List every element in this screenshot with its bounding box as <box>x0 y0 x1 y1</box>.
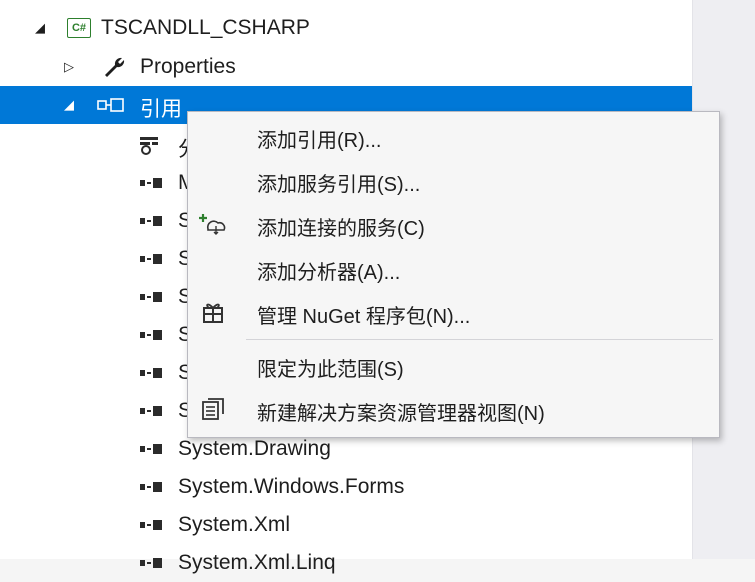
assembly-reference-icon <box>140 444 162 454</box>
menu-item-scope-to-this[interactable]: 限定为此范围(S) <box>188 344 719 386</box>
menu-item-new-solution-explorer-view[interactable]: 新建解决方案资源管理器视图(N) <box>188 388 719 430</box>
references-icon <box>97 96 127 114</box>
menu-separator <box>246 339 713 340</box>
reference-label: System.Windows.Forms <box>178 475 405 498</box>
menu-item-label: 添加服务引用(S)... <box>257 174 421 196</box>
project-label: TSCANDLL_CSHARP <box>101 16 310 39</box>
menu-item-label: 添加分析器(A)... <box>257 262 401 284</box>
tree-node-properties[interactable]: ▷ Properties <box>0 48 692 86</box>
assembly-reference-icon <box>140 520 162 530</box>
connected-service-icon <box>198 211 228 237</box>
assembly-reference-icon <box>140 330 162 340</box>
assembly-reference-icon <box>140 292 162 302</box>
collapsed-triangle-icon[interactable]: ▷ <box>62 58 76 76</box>
wrench-icon <box>101 56 127 78</box>
menu-item-label: 添加引用(R)... <box>257 130 382 152</box>
tree-node-reference[interactable]: System.Xml <box>0 506 692 544</box>
references-label: 引用 <box>140 98 182 121</box>
csharp-project-icon: C# <box>67 18 91 38</box>
menu-item-add-reference[interactable]: 添加引用(R)... <box>188 115 719 157</box>
menu-item-add-connected-service[interactable]: 添加连接的服务(C) <box>188 203 719 245</box>
analyzers-icon <box>137 135 161 155</box>
nuget-package-icon <box>198 299 228 325</box>
reference-label: System.Xml <box>178 513 291 536</box>
assembly-reference-icon <box>140 482 162 492</box>
assembly-reference-icon <box>140 216 162 226</box>
menu-item-add-service-reference[interactable]: 添加服务引用(S)... <box>188 159 719 201</box>
assembly-reference-icon <box>140 406 162 416</box>
menu-item-label: 新建解决方案资源管理器视图(N) <box>257 403 545 425</box>
menu-item-label: 限定为此范围(S) <box>257 359 404 381</box>
expanded-triangle-icon[interactable]: ◢ <box>33 19 47 37</box>
tree-node-reference[interactable]: System.Xml.Linq <box>0 544 692 582</box>
reference-label: System.Drawing <box>178 437 331 460</box>
expanded-triangle-icon[interactable]: ◢ <box>62 96 76 114</box>
menu-item-add-analyzer[interactable]: 添加分析器(A)... <box>188 247 719 289</box>
menu-item-label: 添加连接的服务(C) <box>257 218 425 240</box>
assembly-reference-icon <box>140 558 162 568</box>
reference-label: System.Xml.Linq <box>178 551 336 574</box>
context-menu: 添加引用(R)... 添加服务引用(S)... 添加连接的服务(C) 添加分析器… <box>187 111 720 438</box>
assembly-reference-icon <box>140 178 162 188</box>
tree-node-project[interactable]: ◢ C# TSCANDLL_CSHARP <box>0 9 692 47</box>
assembly-reference-icon <box>140 368 162 378</box>
assembly-reference-icon <box>140 254 162 264</box>
tree-node-reference[interactable]: System.Windows.Forms <box>0 468 692 506</box>
menu-item-manage-nuget[interactable]: 管理 NuGet 程序包(N)... <box>188 291 719 333</box>
menu-item-label: 管理 NuGet 程序包(N)... <box>257 306 471 328</box>
properties-label: Properties <box>140 55 236 78</box>
new-solution-explorer-view-icon <box>198 396 228 422</box>
